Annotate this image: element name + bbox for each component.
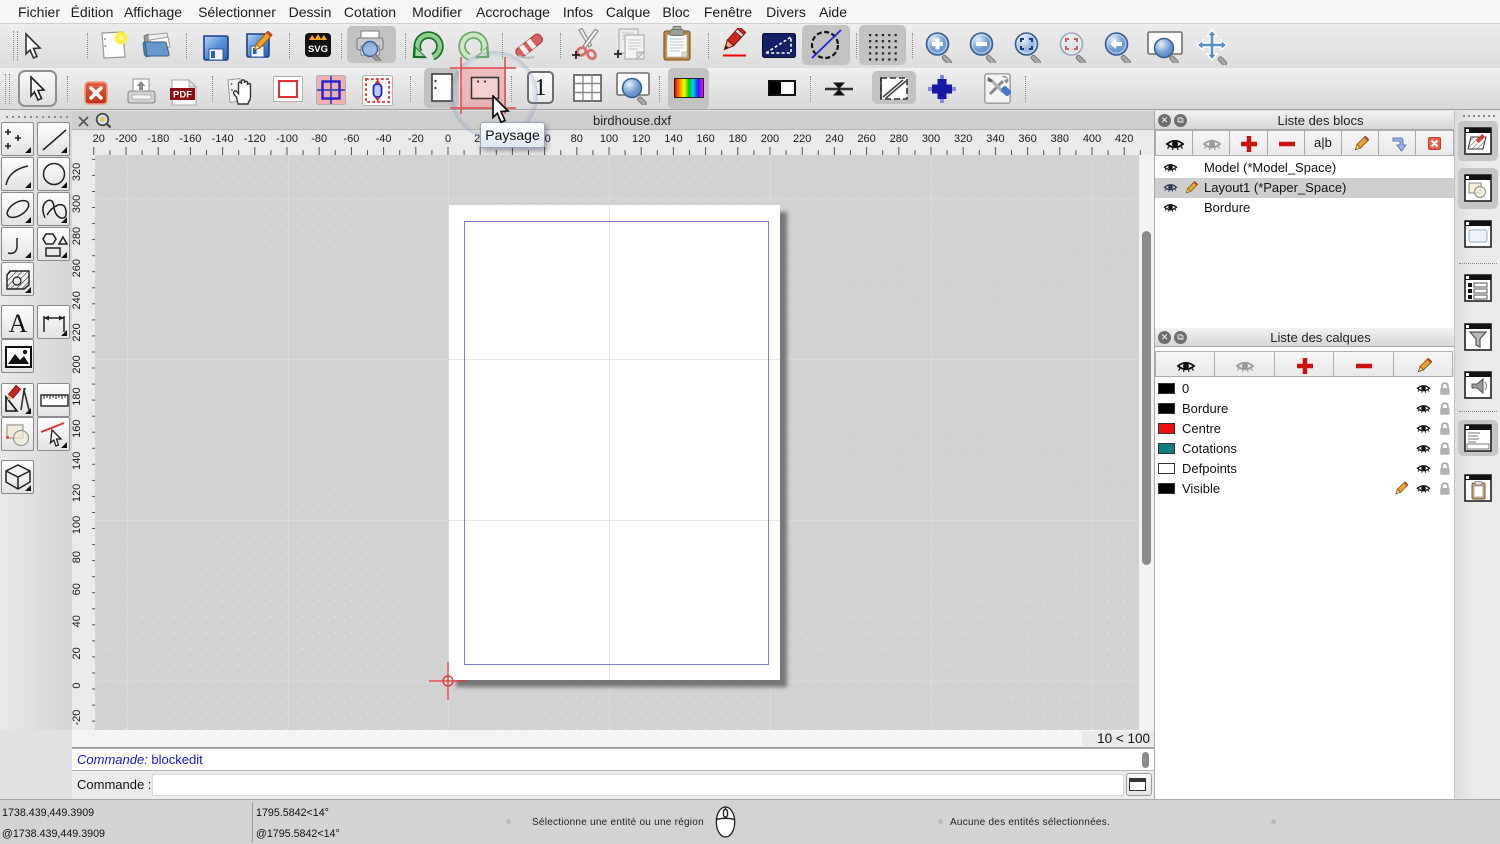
svg-text:280: 280 <box>890 133 908 145</box>
svg-text:-20: -20 <box>72 710 83 726</box>
svg-text:-80: -80 <box>311 133 327 145</box>
svg-text:400: 400 <box>1083 133 1101 145</box>
svg-text:180: 180 <box>729 133 747 145</box>
svg-text:-60: -60 <box>343 133 359 145</box>
svg-text:PDF: PDF <box>173 90 192 101</box>
svg-text:420: 420 <box>1115 133 1133 145</box>
svg-text:-160: -160 <box>179 133 201 145</box>
svg-text:80: 80 <box>571 133 583 145</box>
svg-text:100: 100 <box>600 133 618 145</box>
svg-text:280: 280 <box>72 227 83 245</box>
svg-text:300: 300 <box>922 133 940 145</box>
svg-text:300: 300 <box>72 195 83 213</box>
svg-text:-120: -120 <box>244 133 266 145</box>
svg-text:320: 320 <box>72 163 83 181</box>
svg-text:-40: -40 <box>376 133 392 145</box>
svg-text:20: 20 <box>72 647 83 659</box>
svg-text:-140: -140 <box>212 133 234 145</box>
svg-text:360: 360 <box>1018 133 1036 145</box>
svg-text:-220: -220 <box>92 133 105 145</box>
svg-text:120: 120 <box>632 133 650 145</box>
svg-text:200: 200 <box>72 355 83 373</box>
svg-text:320: 320 <box>954 133 972 145</box>
svg-text:40: 40 <box>72 615 83 627</box>
svg-text:-200: -200 <box>115 133 137 145</box>
svg-text:240: 240 <box>72 291 83 309</box>
svg-text:140: 140 <box>664 133 682 145</box>
svg-text:0: 0 <box>445 133 451 145</box>
svg-text:380: 380 <box>1051 133 1069 145</box>
svg-text:60: 60 <box>72 583 83 595</box>
svg-text:260: 260 <box>857 133 875 145</box>
svg-text:340: 340 <box>986 133 1004 145</box>
svg-text:160: 160 <box>696 133 714 145</box>
svg-text:220: 220 <box>72 323 83 341</box>
svg-text:180: 180 <box>72 387 83 405</box>
svg-text:-100: -100 <box>276 133 298 145</box>
svg-text:160: 160 <box>72 420 83 438</box>
svg-text:A: A <box>9 309 28 338</box>
svg-text:200: 200 <box>761 133 779 145</box>
svg-text:240: 240 <box>825 133 843 145</box>
svg-text:220: 220 <box>793 133 811 145</box>
svg-text:SVG: SVG <box>308 44 328 55</box>
svg-text:100: 100 <box>72 516 83 534</box>
svg-text:-180: -180 <box>147 133 169 145</box>
svg-text:260: 260 <box>72 259 83 277</box>
svg-text:0: 0 <box>72 682 83 688</box>
svg-text:140: 140 <box>72 452 83 470</box>
svg-text:120: 120 <box>72 484 83 502</box>
svg-text:-20: -20 <box>408 133 424 145</box>
svg-text:80: 80 <box>72 551 83 563</box>
